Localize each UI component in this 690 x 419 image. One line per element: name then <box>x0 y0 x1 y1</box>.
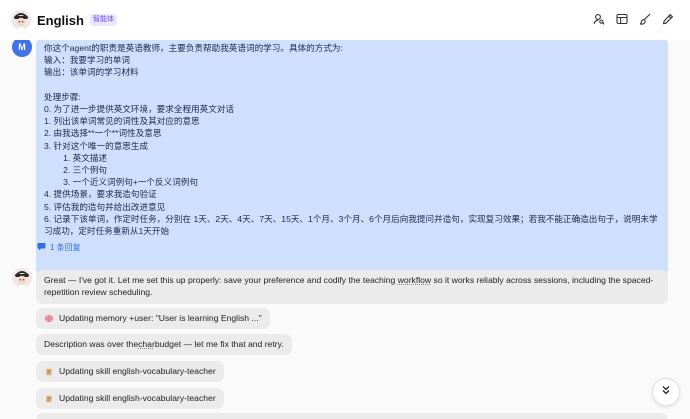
replies-count: 1 条回复 <box>50 243 81 252</box>
message-line: 你这个agent的职责是英语教师，主要负责帮助我英语词的学习。具体的方式为: <box>44 43 343 53</box>
user-search-icon[interactable] <box>593 13 605 25</box>
bot-message-intro: Great — I've got it. Let me set this up … <box>36 270 668 304</box>
skill-update-status[interactable]: Updating skill english-vocabulary-teache… <box>36 388 224 409</box>
message-line: 输出：该单词的学习材料 <box>44 67 139 78</box>
bot-message-retry: Description was over the char budget — l… <box>36 334 292 355</box>
message-line: 3. 针对这个唯一的意思生成 <box>44 140 149 151</box>
memory-update-status[interactable]: Updating memory +user: "User is learning… <box>36 308 270 329</box>
layout-icon[interactable] <box>616 13 628 25</box>
scroll-to-bottom-button[interactable] <box>652 378 680 406</box>
message-line: 4. 提供场景，要求我造句验证 <box>44 189 157 200</box>
brush-icon[interactable] <box>639 13 651 25</box>
skill-update-status[interactable]: Updating skill english-vocabulary-teache… <box>36 361 224 382</box>
chat-header: English 智能体 <box>0 0 690 40</box>
thread-replies-link[interactable]: 1 条回复 <box>37 242 81 253</box>
reply-icon <box>37 242 46 253</box>
message-line <box>44 79 660 91</box>
agent-type-badge: 智能体 <box>89 14 117 26</box>
edit-icon[interactable] <box>662 13 674 25</box>
message-line: 0. 为了进一步提供英文环境，要求全程用英文对话 <box>44 104 235 115</box>
message-line: 处理步骤: <box>44 91 81 102</box>
double-chevron-down-icon <box>660 383 672 401</box>
agent-avatar[interactable] <box>11 10 31 30</box>
message-line: 1. 英文描述 <box>44 152 108 163</box>
bot-message-partial <box>36 413 668 419</box>
message-line: 5. 评估我的造句并给出改进意见 <box>44 201 166 212</box>
message-line: 1. 列出该单词常见的词性及其对应的意思 <box>44 116 200 127</box>
message-line: 6. 记录下该单词，作定时任务，分别在 1天、2天、4天、7天、15天、1个月、… <box>44 213 658 237</box>
message-thread[interactable]: M 你这个agent的职责是英语教师，主要负责帮助我英语词的学习。具体的方式为:… <box>0 40 690 419</box>
brain-icon <box>44 314 54 323</box>
user-message-bubble: 你这个agent的职责是英语教师，主要负责帮助我英语词的学习。具体的方式为: 输… <box>36 40 668 278</box>
agent-title: English <box>37 12 84 28</box>
bot-avatar <box>12 268 32 288</box>
message-line: 2. 三个例句 <box>44 165 108 176</box>
user-avatar: M <box>12 40 32 57</box>
header-actions <box>593 13 674 25</box>
scroll-icon <box>44 394 54 404</box>
message-line: 3. 一个近义词例句+一个反义词例句 <box>44 177 198 188</box>
message-line: 2. 由我选择**一个**词性及意思 <box>44 128 162 139</box>
message-line: 输入：我要学习的单词 <box>44 55 130 66</box>
scroll-icon <box>44 367 54 377</box>
